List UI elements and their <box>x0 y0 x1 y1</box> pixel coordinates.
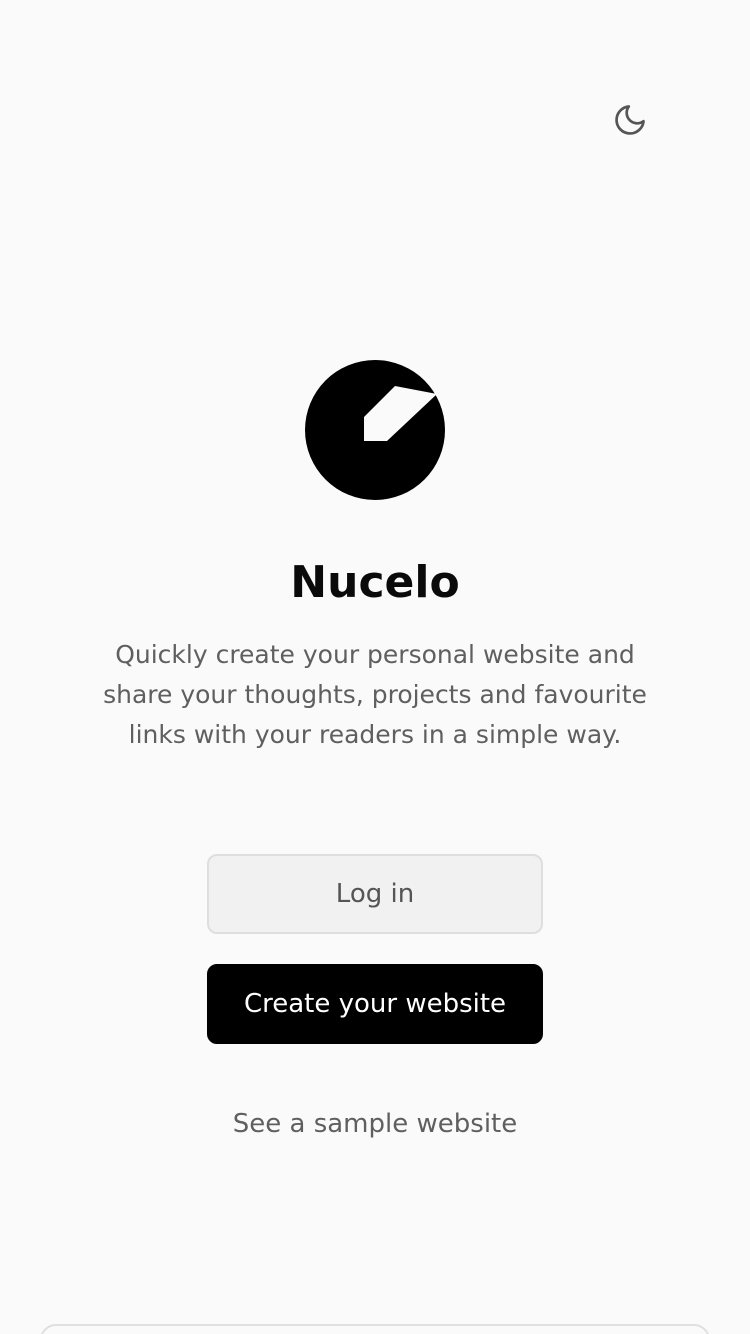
bottom-card <box>40 1324 710 1334</box>
app-tagline: Quickly create your personal website and… <box>103 640 647 749</box>
nucelo-logo-icon <box>305 360 445 500</box>
create-website-button[interactable]: Create your website <box>207 964 543 1044</box>
create-website-button-label: Create your website <box>243 989 507 1019</box>
app-title: Nucelo <box>290 557 460 608</box>
login-button-label: Log in <box>335 879 415 909</box>
moon-icon <box>612 102 648 142</box>
sample-website-link[interactable]: See a sample website <box>0 1104 750 1144</box>
login-button[interactable]: Log in <box>207 854 543 934</box>
theme-toggle-button[interactable] <box>604 96 656 148</box>
